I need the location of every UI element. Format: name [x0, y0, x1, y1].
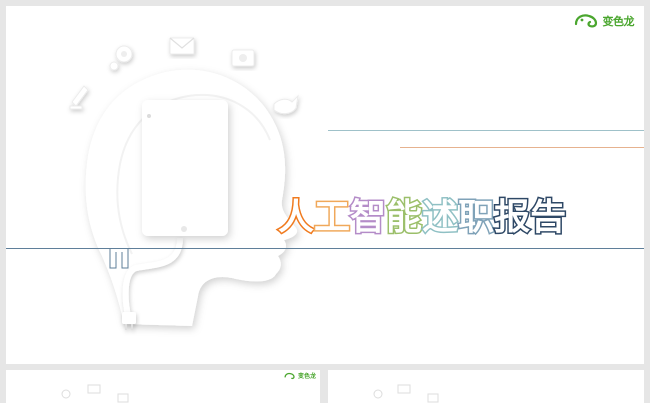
title-char: 智 [349, 197, 388, 238]
tablet-icon [142, 100, 228, 236]
pen-icon [69, 85, 89, 110]
thumbnail-illustration [61, 384, 129, 403]
accent-line-teal [328, 130, 644, 131]
thumbnail-slide-1[interactable]: 变色龙 [6, 370, 320, 403]
title-char: 工 [313, 197, 352, 238]
title-char: 能 [385, 197, 424, 238]
thumbnail-logo-text: 变色龙 [297, 373, 316, 380]
main-slide[interactable]: 人 工 智 能 述 职 报 告 变色龙 [6, 6, 644, 364]
thumbnail-slide-2[interactable] [328, 370, 644, 403]
title-char: 告 [529, 197, 568, 238]
brand-logo: 变色龙 [574, 12, 635, 30]
bird-icon [273, 94, 299, 115]
gear-icon [109, 45, 133, 71]
thumbnail-logo: 变色龙 [284, 371, 316, 380]
head-illustration [69, 37, 299, 330]
divider-line [6, 248, 644, 249]
chameleon-icon [284, 372, 295, 379]
title-char: 述 [421, 197, 460, 238]
title-char: 人 [276, 197, 315, 238]
accent-line-orange [400, 147, 644, 148]
logo-text: 变色龙 [602, 15, 635, 28]
thumbnail-illustration [373, 384, 439, 403]
plug-icon [122, 312, 136, 330]
camera-icon [231, 49, 255, 67]
mail-icon [169, 37, 195, 55]
title-char: 职 [457, 197, 496, 238]
title-char: 报 [493, 197, 532, 238]
chameleon-icon [574, 14, 597, 28]
slide-title: 人 工 智 能 述 职 报 告 [276, 197, 568, 238]
